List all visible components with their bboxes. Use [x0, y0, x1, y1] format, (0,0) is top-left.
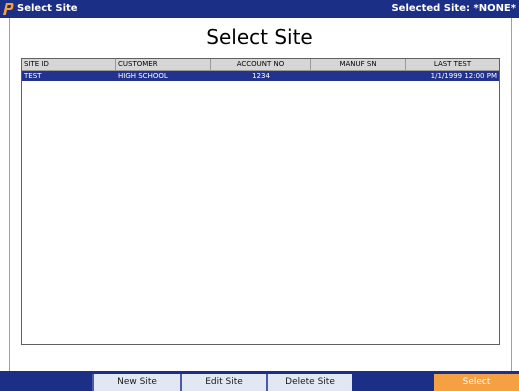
- sites-table[interactable]: SITE ID CUSTOMER ACCOUNT NO MANUF SN LAS…: [21, 58, 500, 345]
- table-row[interactable]: TEST HIGH SCHOOL 1234 1/1/1999 12:00 PM: [22, 71, 499, 81]
- bottom-toolbar: New Site Edit Site Delete Site Select: [0, 371, 519, 391]
- select-button[interactable]: Select: [434, 374, 519, 391]
- delete-site-button[interactable]: Delete Site: [266, 374, 352, 391]
- column-header-last-test[interactable]: LAST TEST: [406, 59, 499, 70]
- table-header: SITE ID CUSTOMER ACCOUNT NO MANUF SN LAS…: [22, 59, 499, 71]
- column-header-site-id[interactable]: SITE ID: [22, 59, 116, 70]
- edit-site-button[interactable]: Edit Site: [180, 374, 266, 391]
- title-bar: Select Site Selected Site: *NONE*: [0, 0, 519, 18]
- selected-site-label: Selected Site: *NONE*: [391, 3, 516, 14]
- cell-site-id: TEST: [24, 72, 42, 80]
- column-header-account-no[interactable]: ACCOUNT NO: [211, 59, 311, 70]
- cell-manuf-sn: [311, 71, 406, 81]
- cell-customer: HIGH SCHOOL: [118, 72, 168, 80]
- column-header-manuf-sn[interactable]: MANUF SN: [311, 59, 406, 70]
- p-logo-icon: [3, 3, 14, 15]
- cell-last-test: 1/1/1999 12:00 PM: [430, 72, 497, 80]
- window-title: Select Site: [17, 3, 78, 14]
- column-header-customer[interactable]: CUSTOMER: [116, 59, 211, 70]
- page-title: Select Site: [206, 25, 313, 49]
- new-site-button[interactable]: New Site: [92, 374, 180, 391]
- cell-account-no: 1234: [252, 72, 270, 80]
